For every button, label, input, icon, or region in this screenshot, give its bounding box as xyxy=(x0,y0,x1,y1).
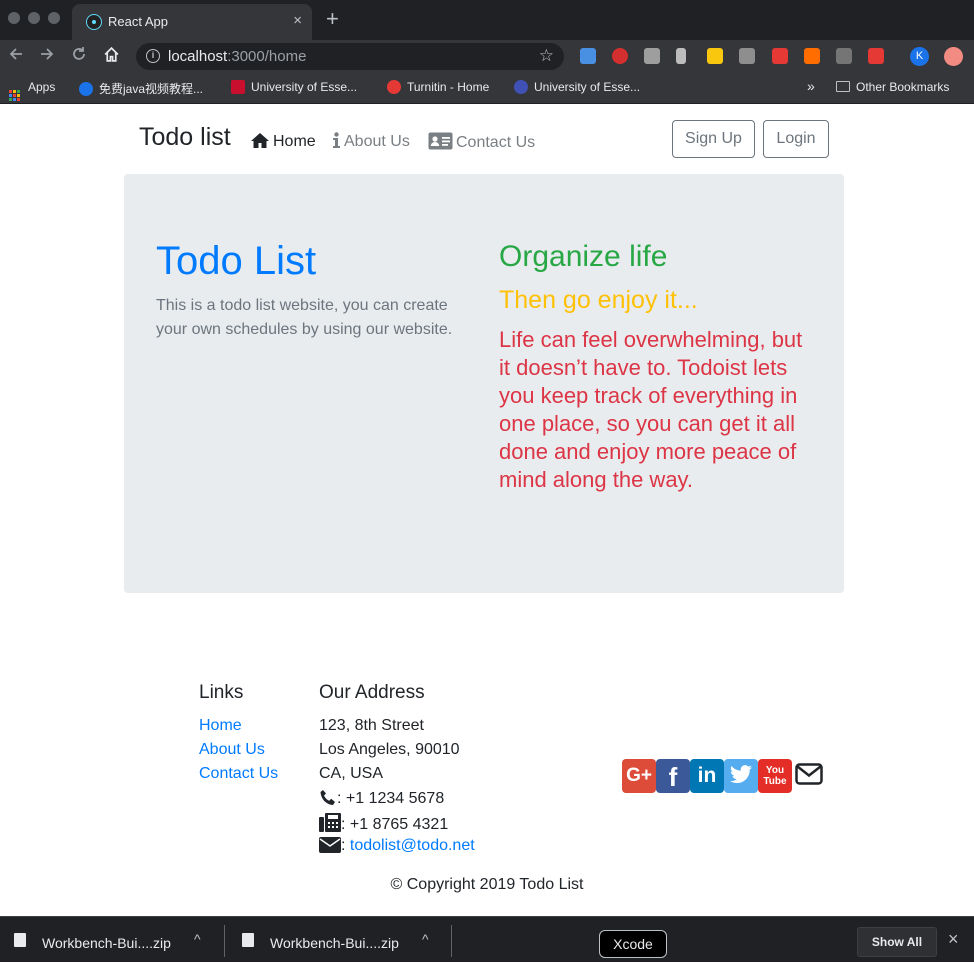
info-icon[interactable]: i xyxy=(146,49,160,63)
url-text[interactable]: localhost:3000/home xyxy=(168,48,306,65)
phone-line: : +1 1234 5678 xyxy=(319,789,444,808)
fax-line: : +1 8765 4321 xyxy=(319,813,448,834)
bookmark-java[interactable]: 免费java视频教程... xyxy=(79,80,203,97)
twitter-bird-icon xyxy=(730,765,752,783)
close-window-button[interactable] xyxy=(8,12,20,24)
email-link[interactable]: todolist@todo.net xyxy=(350,837,475,854)
twitter-icon[interactable] xyxy=(724,759,758,793)
chevron-up-icon[interactable]: ^ xyxy=(194,931,201,947)
download-item[interactable]: Workbench-Bui....zip ^ xyxy=(0,917,224,963)
minimize-window-button[interactable] xyxy=(28,12,40,24)
forward-icon[interactable] xyxy=(39,46,55,66)
show-all-button[interactable]: Show All xyxy=(857,927,937,957)
info-icon xyxy=(333,132,340,148)
extension-icon[interactable] xyxy=(580,48,596,64)
nav-contact[interactable]: Contact Us xyxy=(428,132,535,152)
bookmark-apps[interactable]: Apps xyxy=(9,80,55,101)
facebook-icon[interactable]: f xyxy=(656,759,690,793)
reload-icon[interactable] xyxy=(71,46,87,66)
address-card-icon xyxy=(428,132,453,150)
bookmark-turnitin[interactable]: Turnitin - Home xyxy=(387,80,489,94)
download-filename: Workbench-Bui....zip xyxy=(42,935,171,951)
file-icon xyxy=(14,933,26,947)
google-plus-icon[interactable]: G+ xyxy=(622,759,656,793)
bookmark-favicon xyxy=(514,80,528,94)
profile-avatar[interactable]: K xyxy=(910,47,929,66)
footer-link-about[interactable]: About Us xyxy=(199,741,265,759)
page-content: Todo list Home About Us Contact Us Sign … xyxy=(0,104,974,916)
tab-close-icon[interactable]: × xyxy=(293,12,302,29)
file-icon xyxy=(242,933,254,947)
envelope-icon xyxy=(319,837,341,853)
home-icon[interactable] xyxy=(103,46,120,67)
bookmark-favicon xyxy=(231,80,245,94)
download-shelf: Workbench-Bui....zip ^ Workbench-Bui....… xyxy=(0,916,974,962)
camera-icon[interactable] xyxy=(644,48,660,64)
envelope-icon[interactable] xyxy=(792,759,826,793)
new-tab-button[interactable]: + xyxy=(326,8,339,30)
extension-m-icon[interactable] xyxy=(707,48,723,64)
jumbotron-title: Todo List xyxy=(156,239,317,283)
bookmark-favicon xyxy=(79,82,93,96)
browser-toolbar: i localhost:3000/home ☆ K xyxy=(0,40,974,72)
tab-title: React App xyxy=(108,14,168,29)
fax-icon xyxy=(319,813,341,832)
dock-tooltip: Xcode xyxy=(599,930,667,958)
divider xyxy=(224,925,225,957)
apps-grid-icon xyxy=(9,90,20,101)
address-line: Los Angeles, 90010 xyxy=(319,741,460,758)
email-line: : todolist@todo.net xyxy=(319,837,475,855)
address-line: CA, USA xyxy=(319,765,384,782)
organize-heading: Organize life xyxy=(499,240,668,273)
links-heading: Links xyxy=(199,682,244,703)
footer-link-home[interactable]: Home xyxy=(199,717,242,735)
address-heading: Our Address xyxy=(319,682,425,703)
jumbotron-description: Life can feel overwhelming, but it doesn… xyxy=(499,327,803,492)
login-button[interactable]: Login xyxy=(763,120,829,158)
chevron-up-icon[interactable]: ^ xyxy=(422,931,429,947)
enjoy-heading: Then go enjoy it... xyxy=(499,286,698,314)
signup-button[interactable]: Sign Up xyxy=(672,120,755,158)
address-line: 123, 8th Street xyxy=(319,717,424,734)
pen-icon[interactable] xyxy=(676,48,686,64)
star-icon[interactable]: ☆ xyxy=(539,46,554,66)
maximize-window-button[interactable] xyxy=(48,12,60,24)
nav-home[interactable]: Home xyxy=(250,132,316,151)
bookmark-other[interactable]: Other Bookmarks xyxy=(836,80,949,94)
download-item[interactable]: Workbench-Bui....zip ^ xyxy=(228,917,452,963)
home-icon xyxy=(251,133,269,148)
download-filename: Workbench-Bui....zip xyxy=(270,935,399,951)
extension-off-icon[interactable] xyxy=(804,48,820,64)
copyright-text: © Copyright 2019 Todo List xyxy=(390,876,584,893)
adblock-icon[interactable] xyxy=(612,48,628,64)
divider xyxy=(451,925,452,957)
extension-red-icon[interactable] xyxy=(868,48,884,64)
update-icon[interactable] xyxy=(944,47,963,66)
youtube-icon[interactable]: You Tube xyxy=(758,759,792,793)
bookmark-essex-1[interactable]: University of Esse... xyxy=(231,80,357,94)
brand-title[interactable]: Todo list xyxy=(139,123,231,152)
react-icon xyxy=(86,14,102,30)
back-icon[interactable] xyxy=(8,46,24,66)
bookmark-favicon xyxy=(387,80,401,94)
vue-devtools-icon[interactable] xyxy=(739,48,755,64)
bookmarks-bar: Apps 免费java视频教程... University of Esse...… xyxy=(0,72,974,104)
jumbotron: Todo List This is a todo list website, y… xyxy=(124,174,844,593)
phone-icon xyxy=(320,790,335,805)
folder-icon xyxy=(836,81,850,92)
close-icon[interactable]: × xyxy=(948,929,959,950)
pdf-icon[interactable] xyxy=(772,48,788,64)
address-bar[interactable]: i localhost:3000/home ☆ xyxy=(136,43,564,70)
more-bookmarks-icon[interactable]: » xyxy=(807,78,815,94)
browser-tab[interactable]: React App × xyxy=(72,4,312,40)
linkedin-icon[interactable]: in xyxy=(690,759,724,793)
nav-about[interactable]: About Us xyxy=(332,132,410,151)
browser-tab-bar: React App × + xyxy=(0,0,974,40)
jumbotron-lead: This is a todo list website, you can cre… xyxy=(156,297,453,338)
cut-icon[interactable] xyxy=(836,48,852,64)
bookmark-essex-2[interactable]: University of Esse... xyxy=(514,80,640,94)
footer-link-contact[interactable]: Contact Us xyxy=(199,765,278,783)
